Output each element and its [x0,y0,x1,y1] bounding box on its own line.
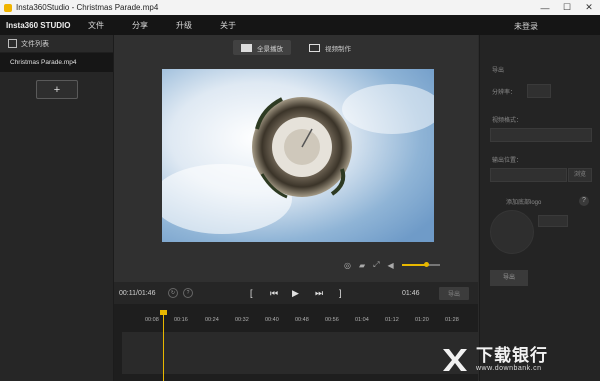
video-icon [309,43,320,52]
watermark-url: www.downbank.cn [476,365,542,372]
resolution-label: 分辨率： [492,90,517,96]
timeline[interactable]: 00:08 00:16 00:24 00:32 00:40 00:48 00:5… [114,304,478,381]
menu-share[interactable]: 分享 [132,20,148,31]
logo-help-icon[interactable]: ? [579,196,589,206]
close-button[interactable]: ✕ [578,2,600,13]
menu-about[interactable]: 关于 [220,20,236,31]
end-time: 01:46 [402,289,420,297]
window-title: Insta360Studio - Christmas Parade.mp4 [16,3,159,12]
video-preview[interactable] [162,69,434,242]
tick-label: 00:56 [325,317,339,323]
logo-select-button[interactable] [538,215,568,227]
gyro-icon[interactable]: ◎ [344,261,351,270]
tab-label: 视频制作 [325,45,351,53]
file-list-title: 文件列表 [21,40,49,48]
minimize-button[interactable]: — [534,3,556,13]
menubar: Insta360 STUDIO 文件 分享 升级 关于 未登录 [0,15,600,35]
tick-label: 01:28 [445,317,459,323]
video-track[interactable] [122,332,478,374]
tick-label: 00:48 [295,317,309,323]
preview-area: 全景播放 视频制作 ◎ ▰ ⤢ ◀ [114,35,478,299]
menu-upgrade[interactable]: 升级 [176,20,192,31]
tick-label: 01:12 [385,317,399,323]
output-path-label: 输出位置： [492,158,523,164]
add-file-button[interactable]: + [36,80,78,99]
file-list-header: 文件列表 [0,35,113,53]
loop-icon[interactable]: ↻ [168,288,178,298]
fullscreen-icon[interactable]: ⤢ [373,260,379,270]
logo-preview [490,210,534,254]
volume-fill [401,264,426,266]
next-button[interactable]: ⏭ [315,288,323,299]
format-label: 视频格式： [492,118,523,124]
playhead-handle[interactable] [160,310,167,315]
mark-in-button[interactable]: [ [250,288,253,298]
previous-button[interactable]: ⏮ [270,288,278,299]
playhead[interactable] [160,310,167,381]
output-path-input[interactable] [490,168,567,182]
tick-label: 00:32 [235,317,249,323]
watermark-brand: 下载银行 [476,346,548,365]
tab-video-make[interactable]: 视频制作 [301,40,359,55]
panel-export-button[interactable]: 导出 [490,270,528,286]
menu-file[interactable]: 文件 [88,20,104,31]
volume-slider[interactable] [401,262,440,267]
format-select[interactable] [490,128,592,142]
app-icon [4,3,12,12]
site-watermark: 下载银行 www.downbank.cn [440,338,600,381]
export-section-title: 导出 [492,68,505,74]
app-brand: Insta360 STUDIO [6,20,71,30]
tick-label: 00:08 [145,317,159,323]
view-controls: ◎ ▰ ⤢ ◀ [344,260,440,270]
help-icon[interactable]: ? [183,288,193,298]
transport-export-button[interactable]: 导出 [439,286,469,300]
maximize-button[interactable]: ☐ [556,2,578,13]
tick-label: 00:24 [205,317,219,323]
play-button[interactable]: ▶ [292,288,299,299]
window-titlebar: Insta360Studio - Christmas Parade.mp4 — … [0,0,600,15]
panorama-icon [241,43,252,52]
tick-label: 00:40 [265,317,279,323]
export-panel: 导出 分辨率： 视频格式： 输出位置： 浏览 添加底部logo ? 导出 [479,35,600,381]
watermark-logo-icon [443,348,467,371]
file-sidebar: 文件列表 Christmas Parade.mp4 + [0,35,114,381]
screenshot-icon[interactable]: ▰ [359,261,365,270]
volume-icon[interactable]: ◀ [388,261,394,270]
resolution-select[interactable] [527,84,551,98]
tick-label: 01:04 [355,317,369,323]
logo-label: 添加底部logo [506,200,542,206]
file-list-item[interactable]: Christmas Parade.mp4 [0,53,113,72]
login-status[interactable]: 未登录 [514,21,538,32]
tab-label: 全景播放 [257,45,283,53]
tick-label: 00:16 [174,317,188,323]
tab-panorama-play[interactable]: 全景播放 [233,40,291,55]
current-time: 00:11/01:46 [119,289,156,297]
timeline-ruler: 00:08 00:16 00:24 00:32 00:40 00:48 00:5… [114,314,478,328]
transport-bar: 00:11/01:46 ↻ ? [ ⏮ ▶ ⏭ ] 01:46 导出 [114,282,478,304]
tick-label: 01:20 [415,317,429,323]
folder-icon [8,39,17,48]
volume-knob[interactable] [423,262,429,267]
view-tabs: 全景播放 视频制作 [114,35,478,60]
mark-out-button[interactable]: ] [339,288,342,298]
tiny-planet-frame [162,69,434,242]
browse-button[interactable]: 浏览 [568,168,592,182]
